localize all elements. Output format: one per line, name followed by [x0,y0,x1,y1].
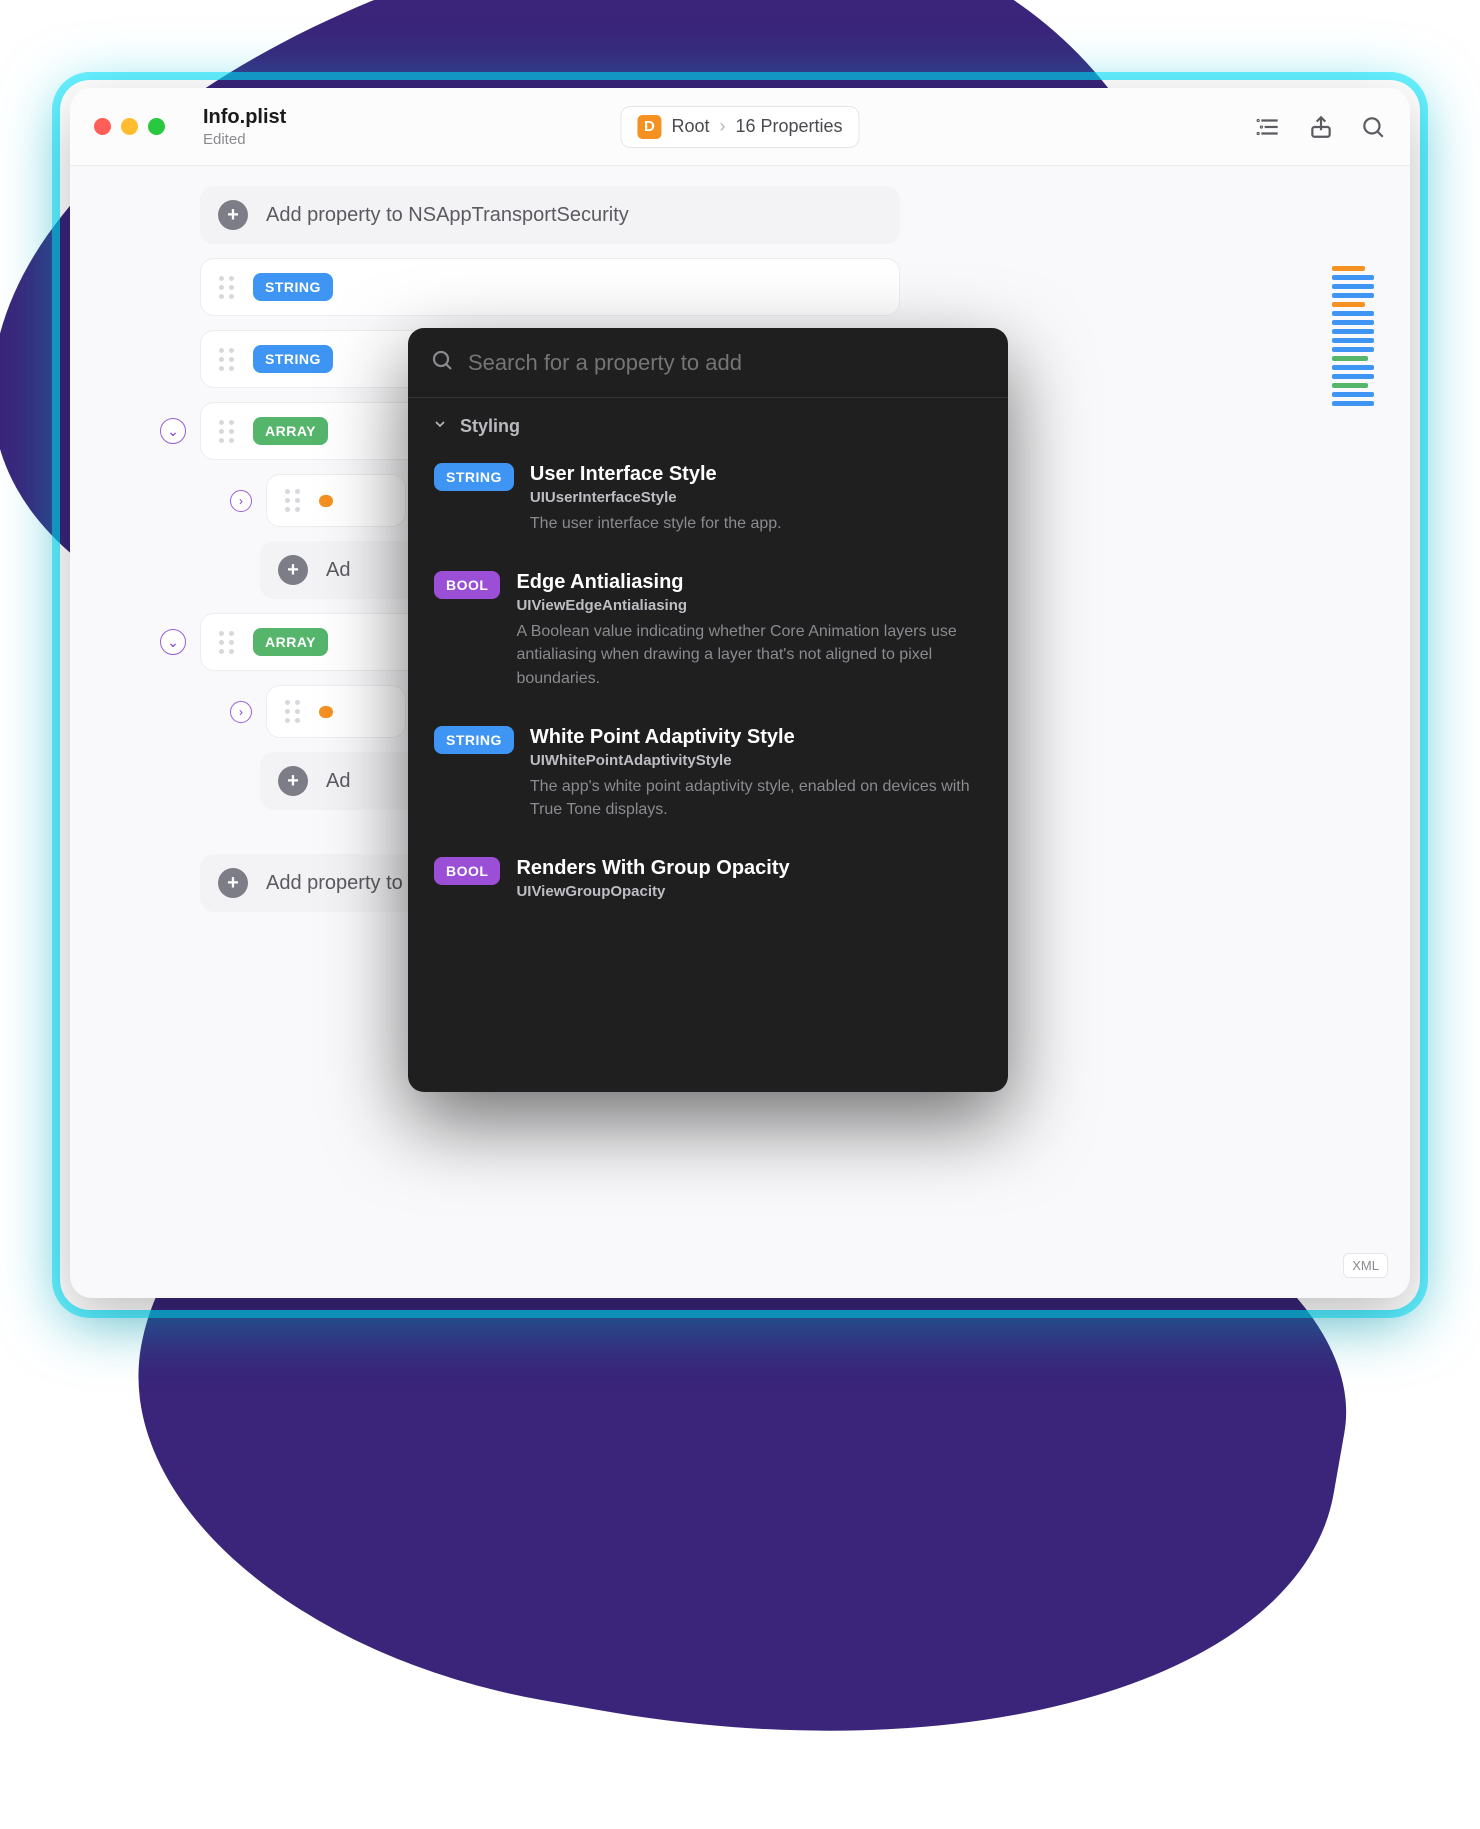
type-badge-string: STRING [253,273,333,301]
breadcrumb-root[interactable]: Root [671,116,709,137]
document-title: Info.plist [203,106,286,129]
document-status: Edited [203,131,286,148]
popup-item[interactable]: STRING User Interface Style UIUserInterf… [420,447,996,551]
drag-handle-icon[interactable] [219,420,235,443]
share-icon[interactable] [1308,114,1334,140]
popup-item-title: Edge Antialiasing [516,571,982,594]
popup-item[interactable]: BOOL Edge Antialiasing UIViewEdgeAntiali… [420,555,996,706]
disclosure-toggle[interactable]: ⌄ [160,418,186,444]
drag-handle-icon[interactable] [219,276,235,299]
plus-icon: + [278,766,308,796]
popup-item-key: UIWhitePointAdaptivityStyle [530,752,982,769]
breadcrumb[interactable]: D Root › 16 Properties [620,106,859,148]
chevron-down-icon [432,416,448,437]
popup-item-key: UIViewEdgeAntialiasing [516,597,982,614]
disclosure-toggle[interactable]: › [230,490,252,512]
type-badge-string: STRING [253,345,333,373]
chevron-right-icon: › [719,116,725,137]
type-badge-dict [319,706,333,718]
xml-format-badge[interactable]: XML [1343,1253,1388,1278]
popup-item-desc: The app's white point adaptivity style, … [530,775,982,821]
drag-handle-icon[interactable] [219,631,235,654]
titlebar: Info.plist Edited D Root › 16 Properties [70,88,1410,166]
popup-section-header[interactable]: Styling [408,398,1008,447]
property-row-string[interactable]: STRING [200,258,900,316]
drag-handle-icon[interactable] [219,348,235,371]
add-label: Ad [326,770,350,793]
breadcrumb-type-icon: D [637,115,661,139]
popup-item-key: UIViewGroupOpacity [516,883,982,900]
popup-list: STRING User Interface Style UIUserInterf… [408,447,1008,1092]
traffic-lights [94,118,165,135]
property-row-child[interactable] [266,474,406,527]
plus-icon: + [218,868,248,898]
type-badge-array: ARRAY [253,417,328,445]
search-icon[interactable] [1360,114,1386,140]
breadcrumb-count[interactable]: 16 Properties [735,116,842,137]
property-row-child[interactable] [266,685,406,738]
type-badge: STRING [434,726,514,754]
toolbar-right [1256,114,1386,140]
popup-search-input[interactable] [468,350,986,376]
minimap[interactable] [1332,266,1392,406]
minimize-button[interactable] [121,118,138,135]
type-badge: BOOL [434,857,500,885]
outline-icon[interactable] [1256,114,1282,140]
property-picker-popup: Styling STRING User Interface Style UIUs… [408,328,1008,1092]
disclosure-toggle[interactable]: ⌄ [160,629,186,655]
popup-item-title: White Point Adaptivity Style [530,726,982,749]
popup-item-desc: The user interface style for the app. [530,512,982,535]
type-badge-dict [319,495,333,507]
plus-icon: + [278,555,308,585]
type-badge: STRING [434,463,514,491]
popup-item-key: UIUserInterfaceStyle [530,489,982,506]
popup-item[interactable]: BOOL Renders With Group Opacity UIViewGr… [420,841,996,922]
drag-handle-icon[interactable] [285,700,301,723]
plus-icon: + [218,200,248,230]
popup-search-bar [408,328,1008,398]
popup-item-desc: A Boolean value indicating whether Core … [516,620,982,690]
search-icon [430,348,454,377]
popup-item-title: Renders With Group Opacity [516,857,982,880]
add-property-nsats[interactable]: + Add property to NSAppTransportSecurity [200,186,900,244]
close-button[interactable] [94,118,111,135]
add-label: Add property to NSAppTransportSecurity [266,204,629,227]
type-badge: BOOL [434,571,500,599]
popup-section-label: Styling [460,416,520,437]
popup-item-title: User Interface Style [530,463,982,486]
drag-handle-icon[interactable] [285,489,301,512]
add-label: Ad [326,559,350,582]
type-badge-array: ARRAY [253,628,328,656]
disclosure-toggle[interactable]: › [230,701,252,723]
zoom-button[interactable] [148,118,165,135]
title-block: Info.plist Edited [203,106,286,148]
popup-item[interactable]: STRING White Point Adaptivity Style UIWh… [420,710,996,837]
